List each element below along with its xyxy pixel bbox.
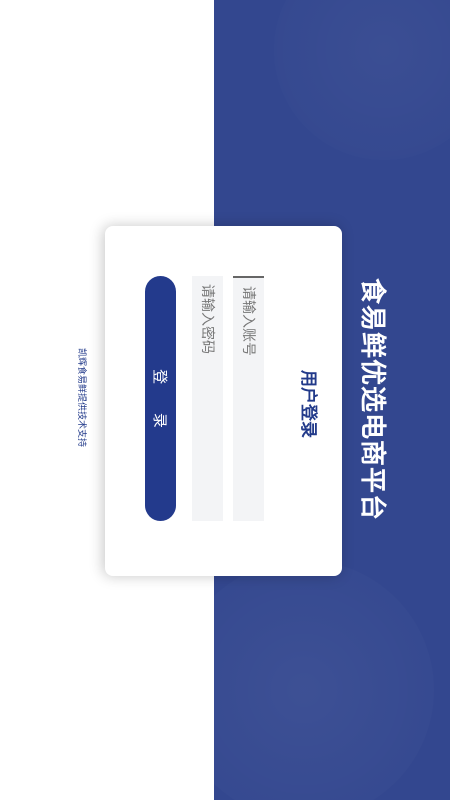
account-input[interactable]	[233, 276, 264, 521]
password-input[interactable]	[192, 276, 223, 521]
login-card-title: 用户登录	[298, 370, 318, 438]
login-card: 用户登录 登 录	[105, 226, 342, 576]
platform-title: 食易鲜优选电商平台	[357, 278, 387, 522]
tech-support-text: 凯辉食易鲜提供技术支持	[76, 348, 86, 448]
rotated-layout: 食易鲜优选电商平台 用户登录 登 录 凯辉食易鲜提供技术支持	[0, 0, 450, 800]
login-button[interactable]: 登 录	[145, 276, 176, 521]
